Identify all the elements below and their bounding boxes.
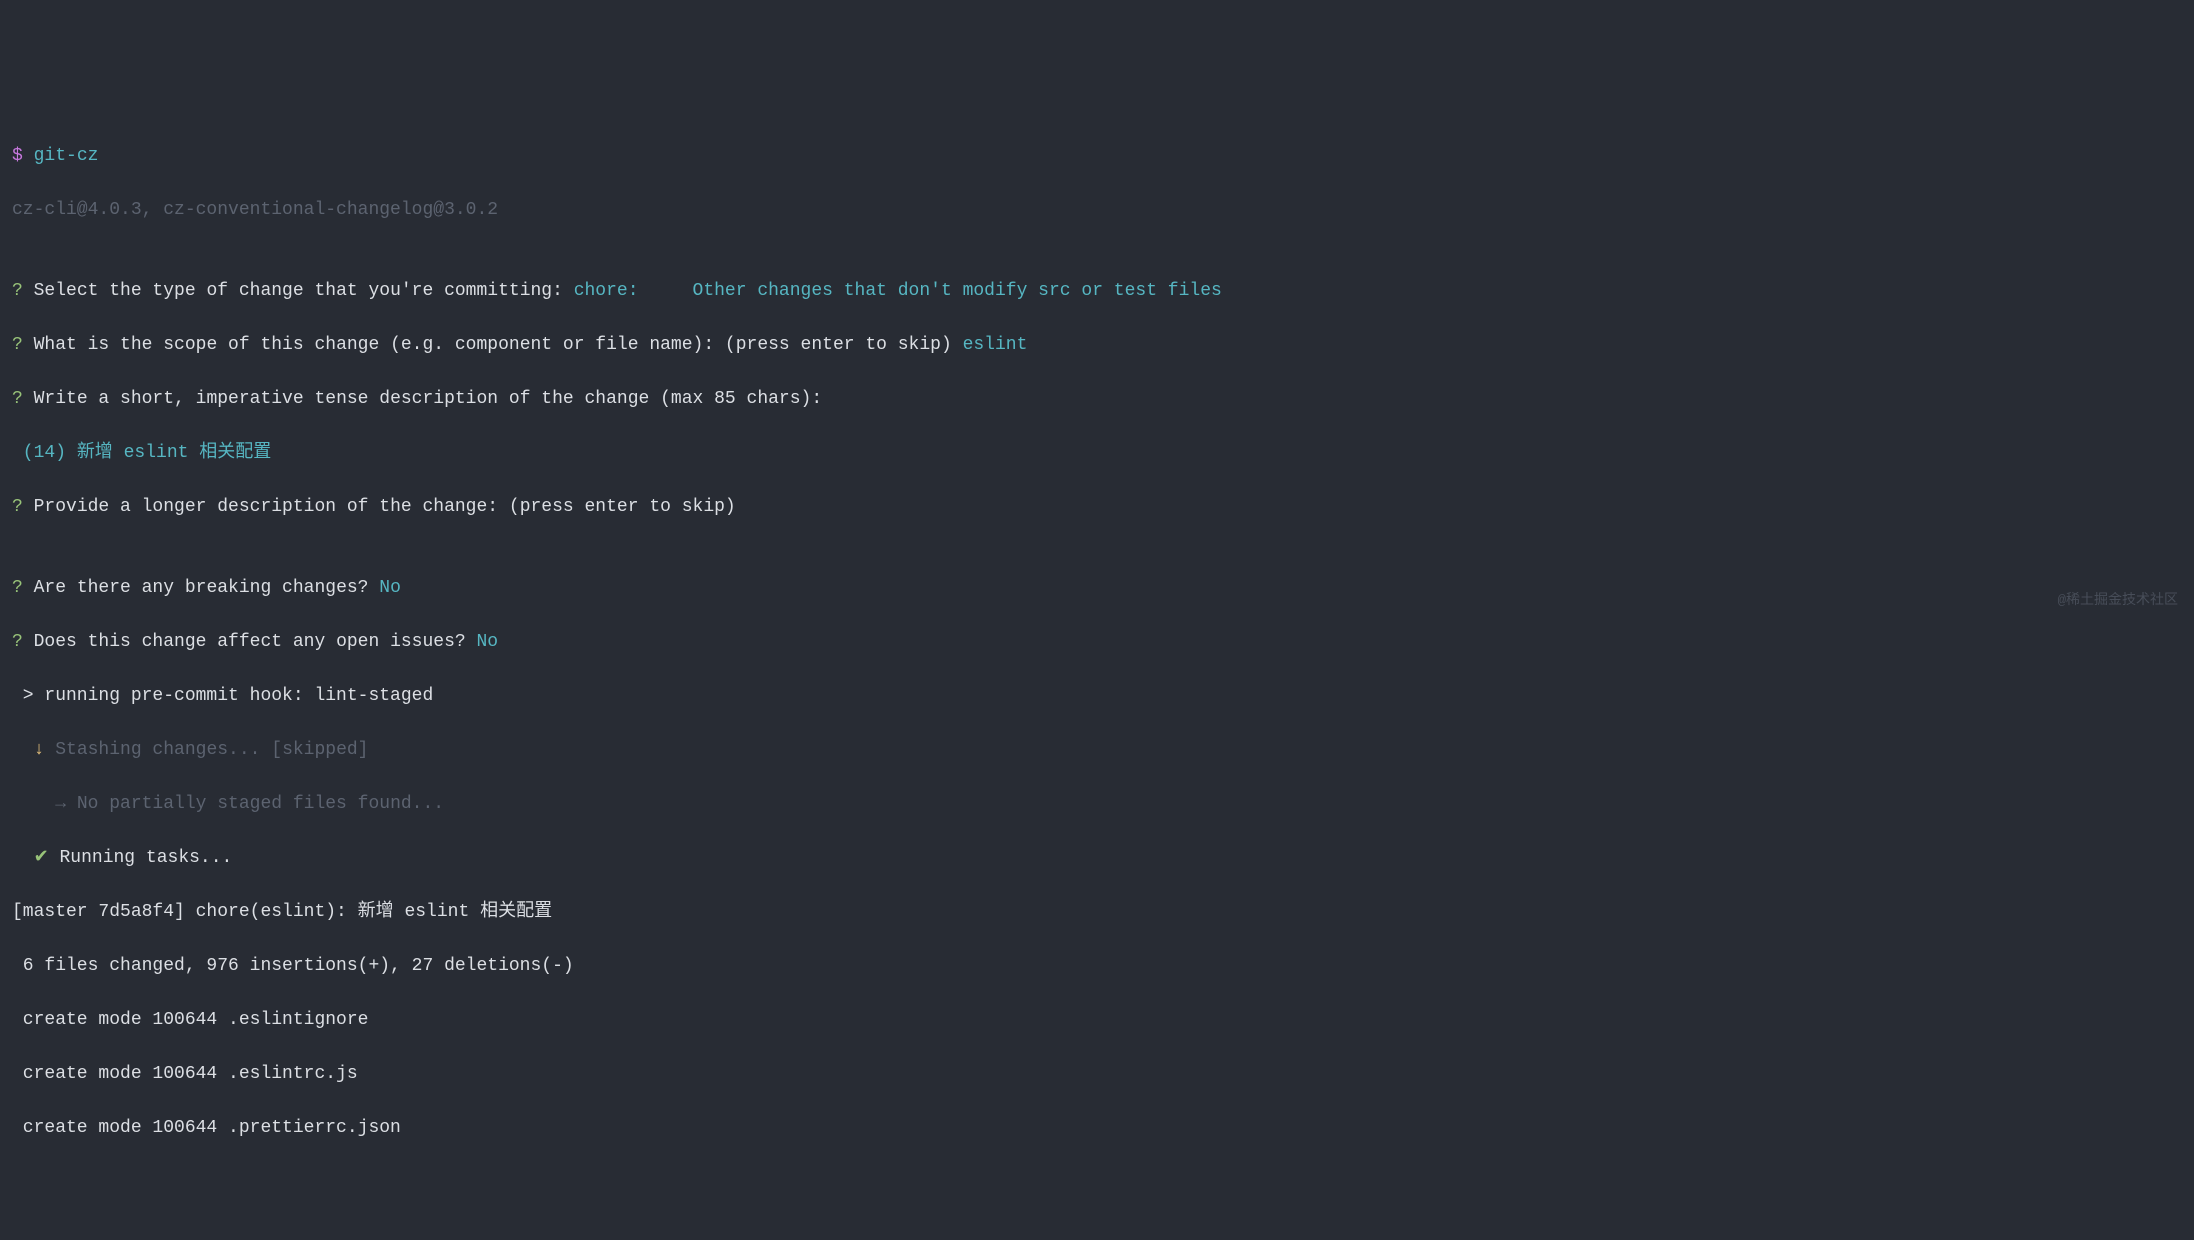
commit-file2: create mode 100644 .eslintrc.js <box>12 1061 2182 1088</box>
question-text: Provide a longer description of the chan… <box>23 497 736 517</box>
desc-part2: eslint <box>124 443 189 463</box>
tasks-text: Running tasks... <box>60 848 233 868</box>
stash-status: [skipped] <box>271 740 368 760</box>
stash-detail-line: → No partially staged files found... <box>12 791 2182 818</box>
question-mark-icon: ? <box>12 389 23 409</box>
right-arrow-icon: → <box>12 794 77 814</box>
question-mark-icon: ? <box>12 632 23 652</box>
question-long-desc: ? Provide a longer description of the ch… <box>12 494 2182 521</box>
question-text: What is the scope of this change (e.g. c… <box>23 335 963 355</box>
question-mark-icon: ? <box>12 497 23 517</box>
down-arrow-icon: ↓ <box>12 740 55 760</box>
question-text: Write a short, imperative tense descript… <box>23 389 822 409</box>
question-type: ? Select the type of change that you're … <box>12 278 2182 305</box>
description-answer: (14) 新增 eslint 相关配置 <box>12 440 2182 467</box>
commit-summary: [master 7d5a8f4] chore(eslint): 新增 eslin… <box>12 899 2182 926</box>
question-mark-icon: ? <box>12 281 23 301</box>
check-icon: ✔ <box>12 848 60 868</box>
question-text: Select the type of change that you're co… <box>23 281 574 301</box>
char-count: (14) <box>12 443 77 463</box>
question-issues: ? Does this change affect any open issue… <box>12 629 2182 656</box>
stash-line: ↓ Stashing changes... [skipped] <box>12 737 2182 764</box>
hook-running: > running pre-commit hook: lint-staged <box>12 683 2182 710</box>
stash-text: Stashing changes... <box>55 740 271 760</box>
stash-detail-text: No partially staged files found... <box>77 794 444 814</box>
desc-part1: 新增 <box>77 443 124 463</box>
answer-text: No <box>477 632 499 652</box>
question-mark-icon: ? <box>12 335 23 355</box>
terminal-output: $ git-cz cz-cli@4.0.3, cz-conventional-c… <box>12 116 2182 1169</box>
question-description: ? Write a short, imperative tense descri… <box>12 386 2182 413</box>
command-line: $ git-cz <box>12 143 2182 170</box>
question-text: Are there any breaking changes? <box>23 578 379 598</box>
answer-text: eslint <box>963 335 1028 355</box>
commit-file1: create mode 100644 .eslintignore <box>12 1007 2182 1034</box>
prompt-symbol: $ <box>12 146 23 166</box>
answer-text: chore: Other changes that don't modify s… <box>574 281 1222 301</box>
question-text: Does this change affect any open issues? <box>23 632 477 652</box>
tasks-line: ✔ Running tasks... <box>12 845 2182 872</box>
watermark: @稀土掘金技术社区 <box>2058 591 2178 612</box>
question-mark-icon: ? <box>12 578 23 598</box>
desc-part3: 相关配置 <box>188 443 271 463</box>
commit-stats: 6 files changed, 976 insertions(+), 27 d… <box>12 953 2182 980</box>
answer-text: No <box>379 578 401 598</box>
commit-file3: create mode 100644 .prettierrc.json <box>12 1115 2182 1142</box>
question-scope: ? What is the scope of this change (e.g.… <box>12 332 2182 359</box>
command-text: git-cz <box>23 146 99 166</box>
version-info: cz-cli@4.0.3, cz-conventional-changelog@… <box>12 197 2182 224</box>
question-breaking: ? Are there any breaking changes? No <box>12 575 2182 602</box>
